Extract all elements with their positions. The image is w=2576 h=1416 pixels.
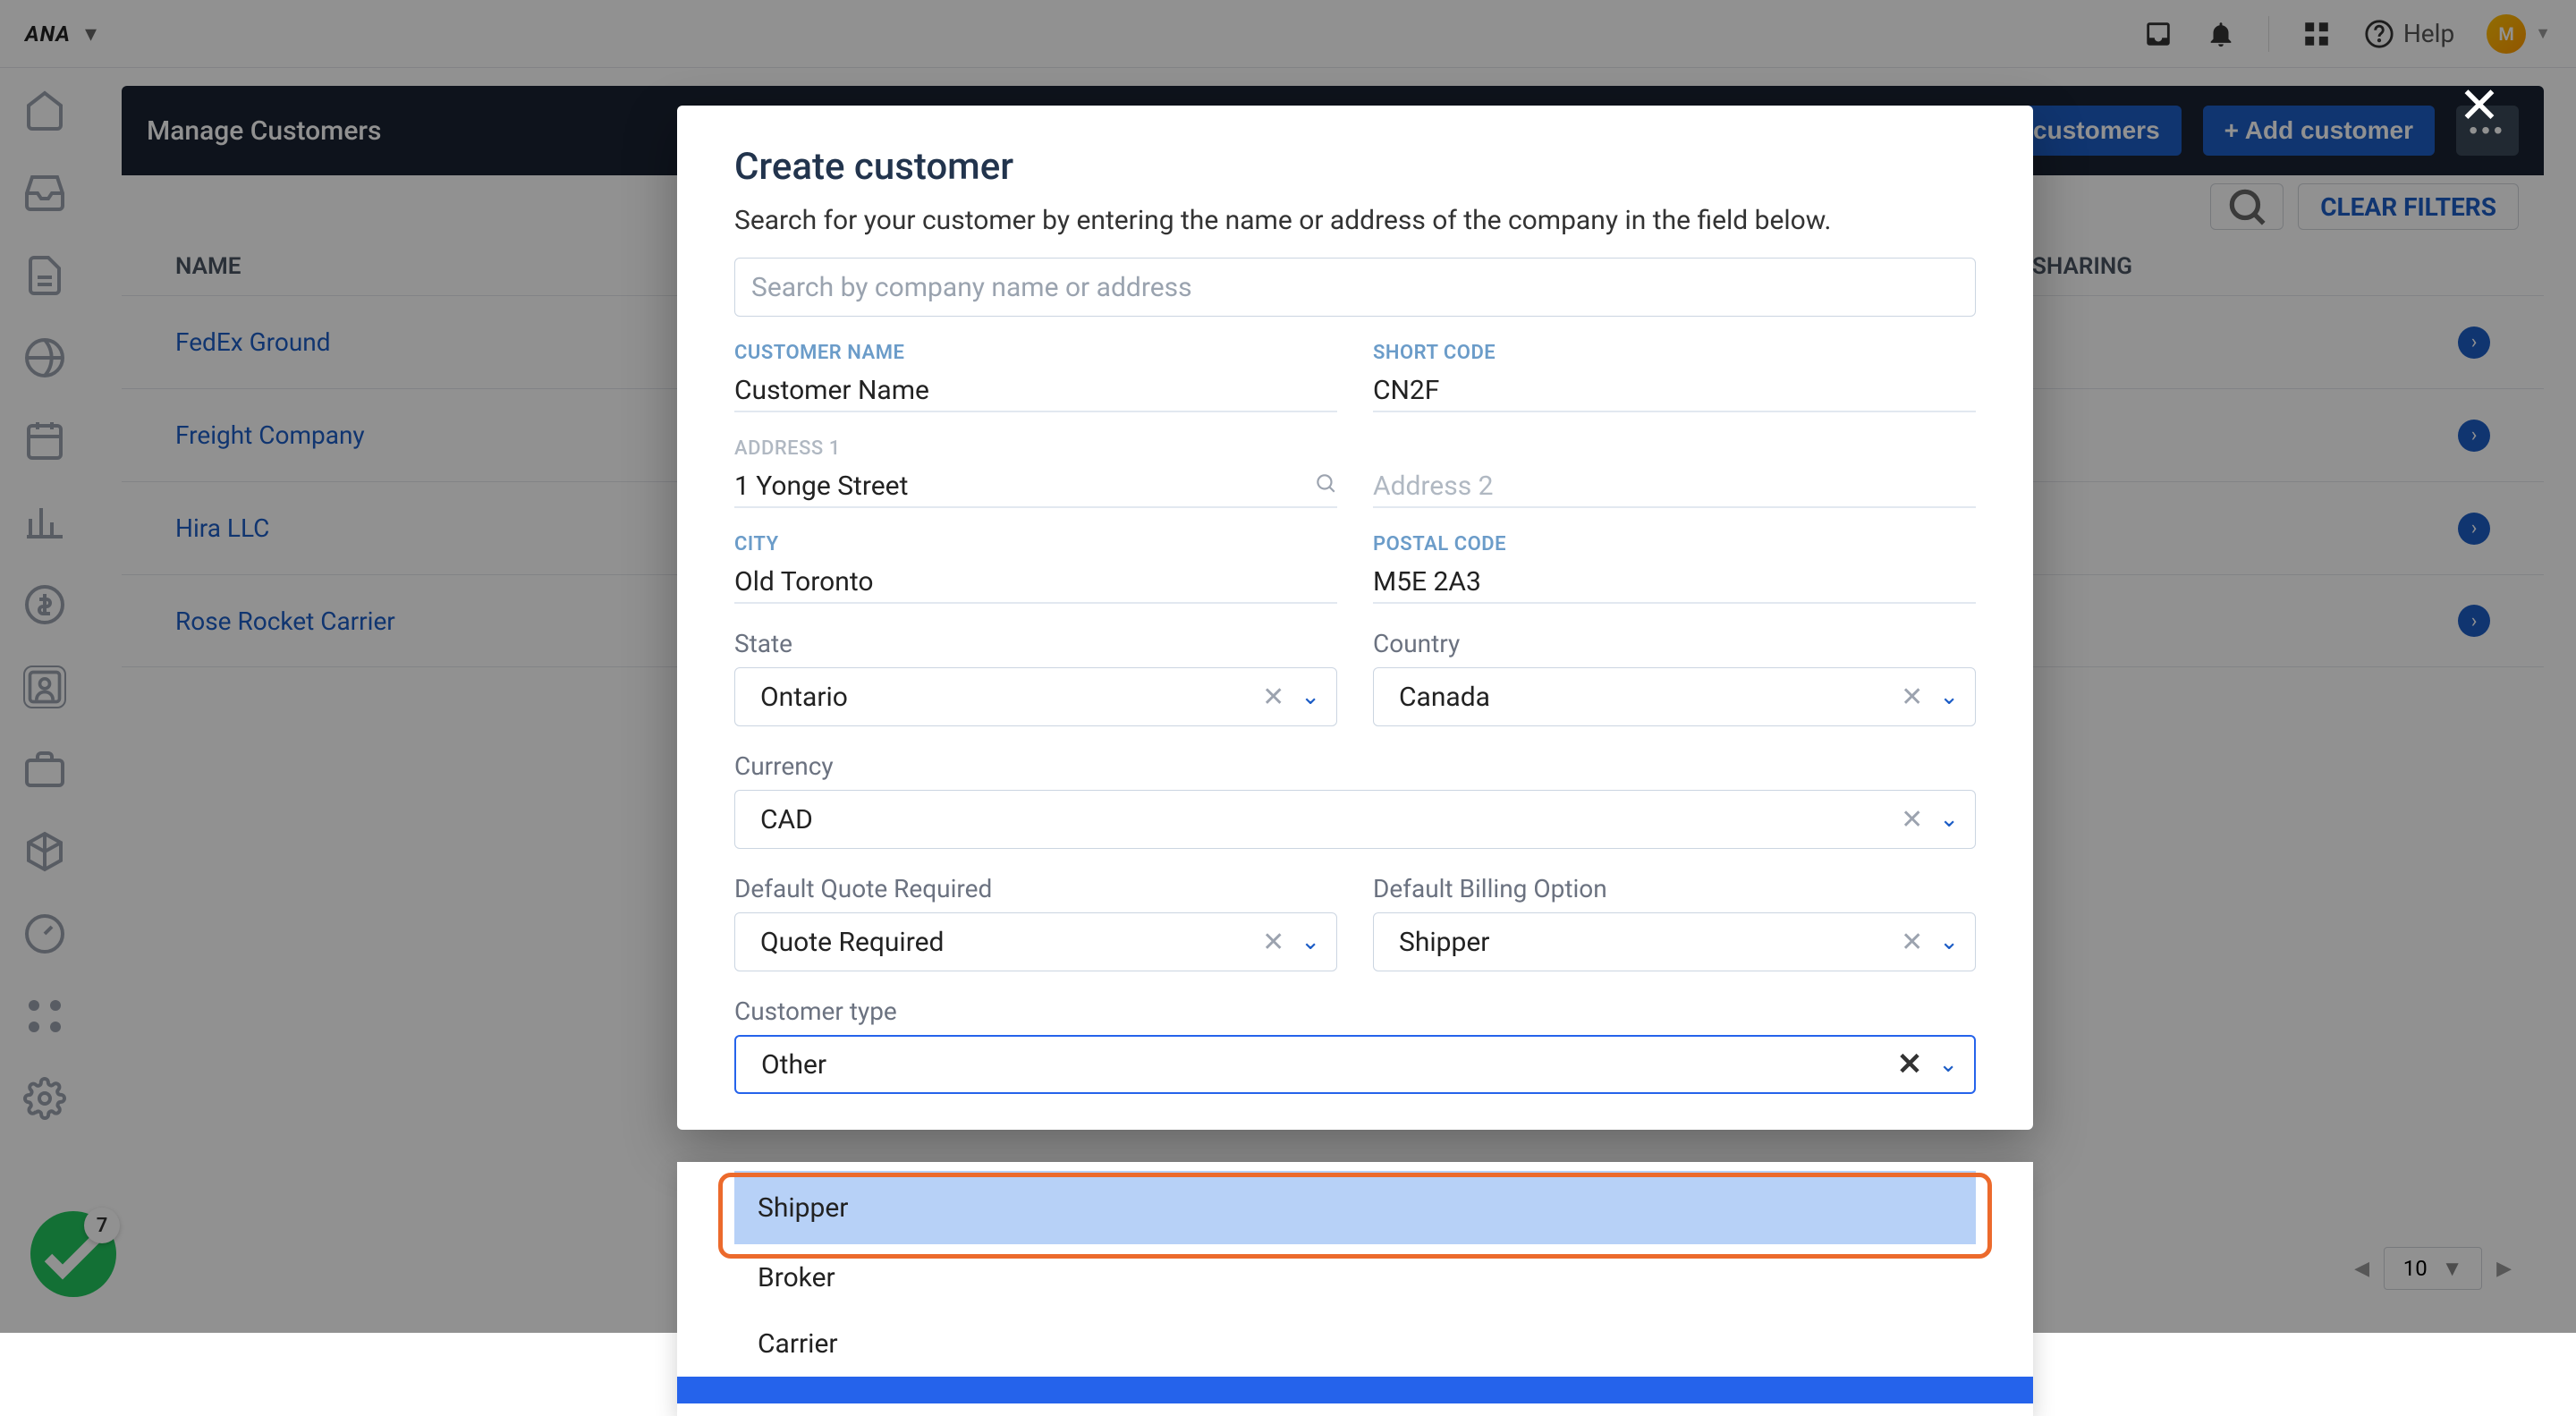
dropdown-option-carrier[interactable]: Carrier (734, 1310, 1976, 1377)
billing-select[interactable]: Shipper✕⌄ (1373, 912, 1976, 971)
state-select[interactable]: Ontario✕⌄ (734, 667, 1337, 726)
customer-type-dropdown: Shipper Broker Carrier (677, 1162, 2033, 1416)
label-customer-type: Customer type (734, 996, 1976, 1026)
address1-input[interactable]: 1 Yonge Street (734, 465, 1337, 508)
quote-select[interactable]: Quote Required✕⌄ (734, 912, 1337, 971)
address2-input[interactable]: Address 2 (1373, 465, 1976, 508)
label-short-code: SHORT CODE (1373, 342, 1976, 364)
short-code-input[interactable]: CN2F (1373, 369, 1976, 412)
label-currency: Currency (734, 751, 1976, 781)
clear-icon[interactable]: ✕ (1901, 927, 1923, 958)
close-icon[interactable]: ✕ (2454, 81, 2504, 131)
label-billing: Default Billing Option (1373, 874, 1976, 903)
label-address1: ADDRESS 1 (734, 437, 1337, 460)
chevron-down-icon[interactable]: ⌄ (1938, 1051, 1958, 1078)
label-address2 (1373, 437, 1976, 460)
dropdown-option-shipper[interactable]: Shipper (734, 1171, 1976, 1244)
search-icon[interactable] (1314, 471, 1337, 502)
country-select[interactable]: Canada✕⌄ (1373, 667, 1976, 726)
clear-icon[interactable]: ✕ (1262, 927, 1284, 958)
postal-input[interactable]: M5E 2A3 (1373, 561, 1976, 604)
currency-select[interactable]: CAD✕⌄ (734, 790, 1976, 849)
label-customer-name: CUSTOMER NAME (734, 342, 1337, 364)
chevron-down-icon[interactable]: ⌄ (1301, 683, 1320, 710)
modal-subtitle: Search for your customer by entering the… (734, 205, 1976, 236)
chevron-down-icon[interactable]: ⌄ (1939, 683, 1959, 710)
chevron-down-icon[interactable]: ⌄ (1939, 806, 1959, 833)
label-country: Country (1373, 629, 1976, 658)
label-state: State (734, 629, 1337, 658)
clear-icon[interactable]: ✕ (1901, 682, 1923, 713)
chevron-down-icon[interactable]: ⌄ (1301, 928, 1320, 955)
customer-type-select[interactable]: Other✕⌄ (734, 1035, 1976, 1094)
clear-icon[interactable]: ✕ (1897, 1047, 1923, 1082)
clear-icon[interactable]: ✕ (1262, 682, 1284, 713)
company-search-input[interactable]: Search by company name or address (734, 258, 1976, 317)
city-input[interactable]: Old Toronto (734, 561, 1337, 604)
modal-title: Create customer (734, 145, 1976, 189)
label-postal: POSTAL CODE (1373, 533, 1976, 555)
create-customer-modal: Create customer Search for your customer… (677, 106, 2033, 1130)
customer-name-input[interactable]: Customer Name (734, 369, 1337, 412)
dropdown-option-broker[interactable]: Broker (734, 1244, 1976, 1310)
clear-icon[interactable]: ✕ (1901, 804, 1923, 835)
dropdown-selected-strip[interactable] (677, 1377, 2033, 1403)
chevron-down-icon[interactable]: ⌄ (1939, 928, 1959, 955)
label-quote: Default Quote Required (734, 874, 1337, 903)
label-city: CITY (734, 533, 1337, 555)
